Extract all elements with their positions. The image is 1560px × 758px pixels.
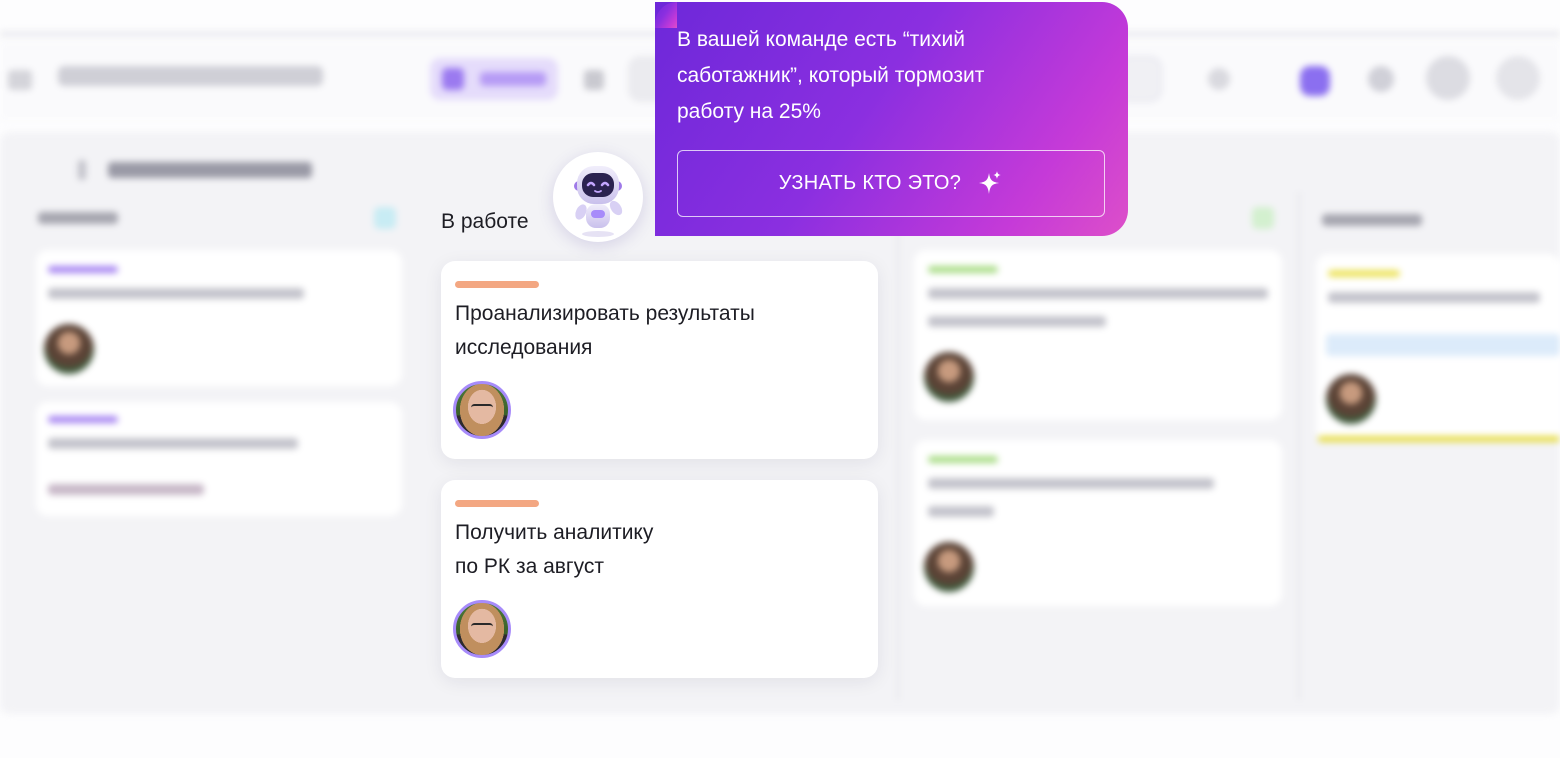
card-tag: [455, 500, 539, 507]
workspace-title: [58, 66, 323, 86]
sparkle-icon: [979, 170, 1002, 194]
task-card[interactable]: [914, 250, 1282, 420]
find-out-who-button-label: УЗНАТЬ КТО ЭТО?: [778, 172, 962, 194]
assistant-message: В вашей команде есть “тихий саботажник”,…: [677, 28, 985, 123]
card-title: [928, 288, 1268, 299]
board-title: [108, 162, 312, 178]
avatar: [1326, 374, 1376, 424]
column-divider: [1298, 192, 1300, 700]
card-tag: [48, 266, 118, 273]
card-tag: [928, 456, 998, 463]
card-title: [48, 438, 298, 449]
robot-assistant-icon[interactable]: [553, 152, 643, 242]
team-chip-label: [480, 72, 546, 86]
settings-icon[interactable]: [1426, 56, 1470, 100]
task-card[interactable]: Получить аналитику по РК за август: [441, 480, 878, 678]
card-tag: [48, 416, 118, 423]
avatar: [44, 324, 94, 374]
notifications-icon[interactable]: [1300, 66, 1330, 96]
card-title: Проанализировать результаты исследования: [455, 302, 755, 359]
profile-icon[interactable]: [1496, 56, 1540, 100]
card-title: [928, 478, 1214, 489]
find-out-who-button[interactable]: УЗНАТЬ КТО ЭТО?: [677, 150, 1105, 217]
card-progress: [1318, 436, 1560, 442]
team-chip-icon: [442, 68, 464, 90]
card-label: [1326, 334, 1560, 356]
column-title: [1322, 214, 1422, 226]
assignee-avatar[interactable]: [453, 381, 511, 439]
toolbar-icon[interactable]: [1208, 68, 1230, 90]
grid-icon[interactable]: [584, 70, 604, 90]
card-tag: [928, 266, 998, 273]
column-title: [38, 212, 118, 224]
task-card[interactable]: Проанализировать результаты исследования: [441, 261, 878, 459]
column-divider: [897, 192, 899, 700]
assignee-avatar[interactable]: [453, 600, 511, 658]
card-title: Получить аналитику по РК за август: [455, 521, 654, 578]
column-title-in-progress: В работе: [441, 210, 529, 233]
card-tag: [1328, 270, 1400, 277]
card-title: [1328, 292, 1540, 303]
menu-icon[interactable]: [8, 70, 32, 90]
avatar: [924, 352, 974, 402]
column-add-icon[interactable]: [1252, 207, 1274, 229]
robot-assistant-graphic: [574, 166, 623, 237]
back-icon[interactable]: [78, 160, 86, 180]
avatar: [924, 542, 974, 592]
column-add-icon[interactable]: [374, 207, 396, 229]
card-link[interactable]: [48, 484, 204, 495]
assistant-popup: В вашей команде есть “тихий саботажник”,…: [655, 2, 1128, 236]
card-tag: [455, 281, 539, 288]
app-screen: В работе Проанализировать результаты исс…: [0, 0, 1560, 758]
card-title: [928, 506, 994, 517]
search-icon[interactable]: [1368, 66, 1394, 92]
card-title: [928, 316, 1106, 327]
card-title: [48, 288, 304, 299]
